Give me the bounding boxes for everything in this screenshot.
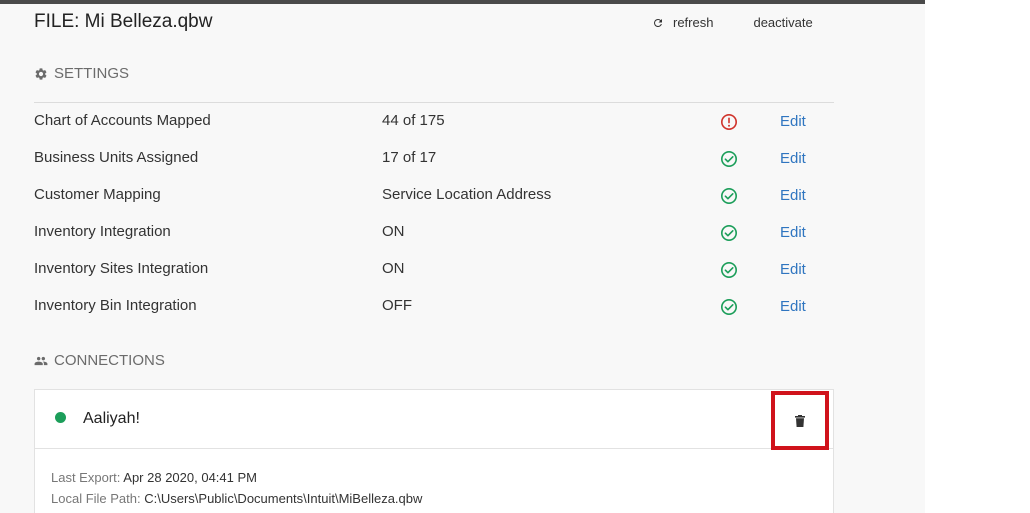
file-path-label: Local File Path:	[51, 491, 141, 506]
connections-header: CONNECTIONS	[34, 352, 165, 369]
edit-link[interactable]: Edit	[780, 298, 806, 315]
settings-row-inventory-integration: Inventory Integration ON Edit	[34, 214, 834, 251]
setting-label: Chart of Accounts Mapped	[34, 112, 211, 129]
setting-label: Inventory Sites Integration	[34, 260, 209, 277]
settings-table: Chart of Accounts Mapped 44 of 175 Edit …	[34, 103, 834, 325]
file-path-value: C:\Users\Public\Documents\Intuit\MiBelle…	[144, 491, 423, 506]
check-circle-icon	[720, 298, 738, 316]
last-export-line: Last Export: Apr 28 2020, 04:41 PM	[51, 467, 422, 488]
setting-value: Service Location Address	[382, 186, 552, 203]
last-export-label: Last Export:	[51, 470, 121, 485]
top-bar	[0, 0, 925, 4]
setting-value: 17 of 17	[382, 149, 437, 166]
setting-label: Inventory Integration	[34, 223, 171, 240]
setting-value: ON	[382, 260, 405, 277]
refresh-label: refresh	[673, 15, 714, 30]
setting-label: Business Units Assigned	[34, 149, 199, 166]
setting-value: 44 of 175	[382, 112, 445, 129]
edit-link[interactable]: Edit	[780, 224, 806, 241]
file-panel: FILE: Mi Belleza.qbw refresh deactivate …	[0, 0, 925, 513]
alert-circle-icon	[720, 113, 738, 131]
settings-row-customer-mapping: Customer Mapping Service Location Addres…	[34, 177, 834, 214]
edit-link[interactable]: Edit	[780, 113, 806, 130]
settings-heading: SETTINGS	[54, 65, 130, 82]
people-icon	[34, 356, 48, 365]
file-title: FILE: Mi Belleza.qbw	[34, 11, 213, 32]
trash-icon	[795, 414, 805, 427]
delete-connection-button[interactable]	[771, 391, 829, 450]
refresh-icon	[654, 18, 662, 27]
edit-link[interactable]: Edit	[780, 150, 806, 167]
deactivate-button[interactable]: deactivate	[753, 15, 812, 30]
settings-row-inventory-bin: Inventory Bin Integration OFF Edit	[34, 288, 834, 325]
settings-row-business-units: Business Units Assigned 17 of 17 Edit	[34, 140, 834, 177]
refresh-button[interactable]: refresh	[652, 15, 713, 30]
check-circle-icon	[720, 261, 738, 279]
edit-link[interactable]: Edit	[780, 187, 806, 204]
connection-details: Last Export: Apr 28 2020, 04:41 PM Local…	[51, 467, 422, 509]
setting-value: ON	[382, 223, 405, 240]
header-actions: refresh deactivate	[652, 15, 813, 30]
check-circle-icon	[720, 224, 738, 242]
connection-status-dot	[55, 412, 66, 423]
check-circle-icon	[720, 150, 738, 168]
settings-header: SETTINGS	[34, 65, 129, 82]
gear-icon	[35, 67, 47, 80]
check-circle-icon	[720, 187, 738, 205]
file-path-line: Local File Path: C:\Users\Public\Documen…	[51, 488, 422, 509]
connections-heading: CONNECTIONS	[54, 352, 165, 369]
setting-value: OFF	[382, 297, 412, 314]
connection-card: Aaliyah! Last Export: Apr 28 2020, 04:41…	[34, 389, 834, 513]
settings-row-chart-of-accounts: Chart of Accounts Mapped 44 of 175 Edit	[34, 103, 834, 140]
settings-row-inventory-sites: Inventory Sites Integration ON Edit	[34, 251, 834, 288]
connection-card-header: Aaliyah!	[35, 390, 833, 450]
connection-name: Aaliyah!	[83, 410, 140, 427]
edit-link[interactable]: Edit	[780, 261, 806, 278]
setting-label: Customer Mapping	[34, 186, 161, 203]
setting-label: Inventory Bin Integration	[34, 297, 197, 314]
last-export-value: Apr 28 2020, 04:41 PM	[123, 470, 257, 485]
